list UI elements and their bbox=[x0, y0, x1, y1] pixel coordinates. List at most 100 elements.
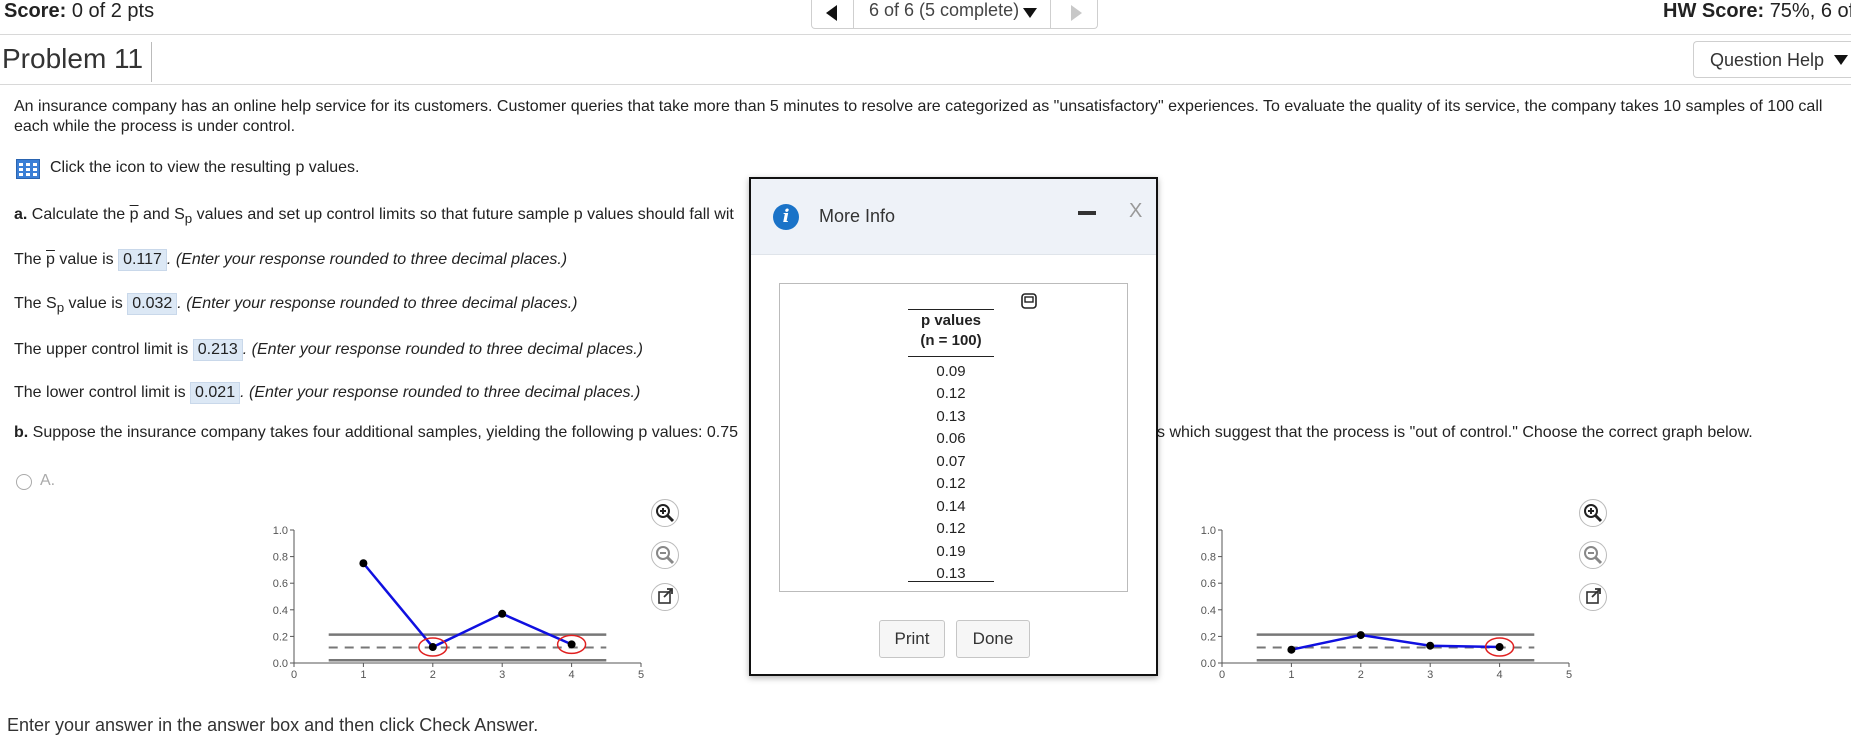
table-cell: 0.12 bbox=[936, 475, 966, 492]
part-b-label: b. bbox=[14, 424, 29, 441]
hw-score: HW Score: 75%, 6 of bbox=[1663, 0, 1851, 23]
y-tick-label: 0.6 bbox=[273, 578, 288, 590]
option-a-label[interactable]: A. bbox=[40, 472, 55, 490]
zoom-out-button[interactable] bbox=[651, 541, 679, 569]
data-point bbox=[1356, 631, 1365, 640]
nav-separator bbox=[1050, 0, 1051, 28]
hw-score-value: 75%, 6 of bbox=[1769, 0, 1851, 22]
x-tick-label: 3 bbox=[1427, 669, 1433, 680]
table-rule bbox=[908, 356, 994, 357]
data-point bbox=[567, 640, 576, 649]
table-cell: 0.19 bbox=[936, 543, 966, 560]
print-button[interactable]: Print bbox=[879, 620, 945, 658]
hw-score-label: HW Score: bbox=[1663, 0, 1765, 22]
data-table-icon[interactable] bbox=[16, 159, 40, 179]
zoom-out-button[interactable] bbox=[1579, 541, 1607, 569]
part-a-question: a. Calculate the p and Sp values and set… bbox=[14, 206, 734, 226]
line-text: The lower control limit is bbox=[14, 384, 191, 401]
ucl-answer-box[interactable]: 0.213 bbox=[192, 339, 243, 361]
line-text: The upper control limit is bbox=[14, 341, 193, 358]
pbar-answer-box[interactable]: 0.117 bbox=[118, 249, 167, 271]
sp-answer-line: The Sp value is 0.032. (Enter your respo… bbox=[14, 293, 578, 315]
x-tick-label: 0 bbox=[291, 669, 297, 680]
zoom-in-icon bbox=[1584, 504, 1603, 523]
pbar-answer-line: The p value is 0.117. (Enter your respon… bbox=[14, 249, 567, 271]
problem-title: Problem 11 bbox=[2, 42, 153, 82]
table-cell: 0.09 bbox=[936, 363, 966, 380]
triangle-right-icon bbox=[1071, 5, 1082, 21]
part-a-label: a. bbox=[14, 206, 28, 223]
table-header-line: (n = 100) bbox=[920, 332, 982, 349]
dialog-header[interactable]: i More Info X bbox=[751, 179, 1156, 255]
x-tick-label: 4 bbox=[569, 669, 575, 680]
table-cell: 0.13 bbox=[936, 565, 966, 582]
caret-down-icon[interactable] bbox=[1022, 6, 1038, 24]
part-a-text: values and set up control limits so that… bbox=[192, 206, 734, 223]
nav-separator bbox=[853, 0, 854, 28]
y-tick-label: 0.6 bbox=[1201, 578, 1216, 590]
y-tick-label: 0.0 bbox=[273, 658, 288, 670]
open-external-button[interactable] bbox=[651, 583, 679, 611]
table-cell: 0.07 bbox=[936, 453, 966, 470]
y-tick-label: 0.0 bbox=[1201, 658, 1216, 670]
caret-down-icon bbox=[1834, 55, 1849, 65]
rounding-note: . (Enter your response rounded to three … bbox=[240, 384, 641, 401]
option-a-radio[interactable] bbox=[16, 474, 32, 490]
copy-table-icon[interactable] bbox=[1021, 293, 1037, 309]
y-tick-label: 0.8 bbox=[1201, 552, 1216, 564]
y-tick-label: 1.0 bbox=[1201, 525, 1216, 537]
table-header-line: p values bbox=[920, 312, 982, 329]
problem-statement-line: each while the process is under control. bbox=[14, 118, 296, 135]
zoom-in-icon bbox=[656, 504, 675, 523]
rounding-note: . (Enter your response rounded to three … bbox=[242, 341, 643, 358]
previous-question-button[interactable] bbox=[822, 2, 842, 24]
part-b-question: b. Suppose the insurance company takes f… bbox=[14, 424, 738, 442]
part-b-question-continued: s which suggest that the process is "out… bbox=[1157, 424, 1753, 441]
x-tick-label: 1 bbox=[1288, 669, 1294, 680]
x-tick-label: 2 bbox=[1358, 669, 1364, 680]
problem-statement: An insurance company has an online help … bbox=[14, 97, 1851, 137]
question-help-label: Question Help bbox=[1710, 50, 1825, 70]
y-tick-label: 0.4 bbox=[1201, 605, 1216, 617]
zoom-in-button[interactable] bbox=[651, 499, 679, 527]
score-label: Score: bbox=[4, 0, 67, 22]
x-tick-label: 3 bbox=[499, 669, 505, 680]
minimize-button[interactable] bbox=[1078, 211, 1096, 215]
open-external-button[interactable] bbox=[1579, 583, 1607, 611]
table-cell: 0.06 bbox=[936, 430, 966, 447]
line-text: The S bbox=[14, 295, 57, 312]
y-tick-label: 0.4 bbox=[273, 605, 288, 617]
close-button[interactable]: X bbox=[1129, 200, 1142, 223]
footer-instruction: Enter your answer in the answer box and … bbox=[7, 715, 539, 735]
x-tick-label: 5 bbox=[638, 669, 644, 680]
ucl-answer-line: The upper control limit is 0.213. (Enter… bbox=[14, 339, 643, 361]
control-chart-b: 0.0 0.2 0.4 0.6 0.8 1.0 0 1 2 3 4 5 bbox=[1201, 525, 1572, 680]
done-button[interactable]: Done bbox=[956, 620, 1030, 658]
dialog-title: More Info bbox=[819, 206, 896, 226]
p-values-table: p values (n = 100) 0.09 0.12 0.13 0.06 0… bbox=[779, 283, 1128, 592]
line-text: value is bbox=[54, 251, 119, 268]
part-b-text: Suppose the insurance company takes four… bbox=[28, 424, 738, 441]
zoom-in-button[interactable] bbox=[1579, 499, 1607, 527]
data-point bbox=[1426, 641, 1435, 650]
y-tick-label: 0.8 bbox=[273, 552, 288, 564]
x-tick-label: 0 bbox=[1219, 669, 1225, 680]
rounding-note: . (Enter your response rounded to three … bbox=[166, 251, 568, 268]
y-tick-label: 1.0 bbox=[273, 525, 288, 537]
next-question-button[interactable] bbox=[1066, 2, 1086, 24]
rounding-note: . (Enter your response rounded to three … bbox=[177, 295, 578, 312]
x-tick-label: 2 bbox=[430, 669, 436, 680]
x-tick-label: 1 bbox=[360, 669, 366, 680]
question-selector[interactable]: 6 of 6 (5 complete) bbox=[869, 0, 1019, 21]
p-bar-symbol: p bbox=[46, 251, 55, 268]
external-link-icon bbox=[658, 588, 673, 604]
table-rule bbox=[908, 581, 994, 582]
sp-answer-box[interactable]: 0.032 bbox=[127, 293, 178, 315]
question-help-button[interactable]: Question Help bbox=[1693, 41, 1851, 78]
x-tick-label: 4 bbox=[1497, 669, 1503, 680]
p-bar-symbol: p bbox=[129, 206, 139, 223]
lcl-answer-box[interactable]: 0.021 bbox=[190, 382, 241, 404]
control-chart-a: 0.0 0.2 0.4 0.6 0.8 1.0 0 1 2 3 4 5 bbox=[273, 525, 644, 680]
table-cell: 0.13 bbox=[936, 408, 966, 425]
score-value: 0 of 2 pts bbox=[71, 0, 155, 22]
